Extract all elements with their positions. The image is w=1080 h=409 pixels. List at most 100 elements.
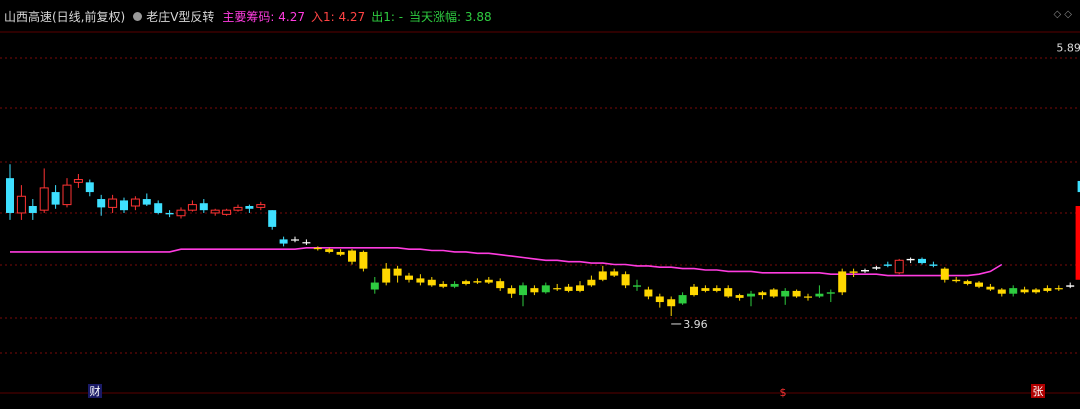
corner-diamond-icons[interactable]: ◇ ◇ — [1053, 9, 1072, 20]
candle — [336, 251, 345, 255]
candle — [815, 293, 824, 297]
candle — [268, 210, 277, 227]
candle — [165, 212, 174, 215]
candle — [416, 278, 425, 283]
candle — [130, 198, 140, 207]
candle — [929, 264, 938, 266]
candle — [667, 299, 676, 307]
candle — [222, 209, 232, 215]
candle — [621, 274, 630, 286]
candle — [541, 285, 550, 293]
candle — [462, 281, 470, 284]
candle — [1043, 288, 1052, 291]
candle — [108, 198, 118, 208]
candle — [39, 187, 49, 211]
candle — [507, 288, 516, 294]
candle — [313, 247, 322, 250]
candle — [85, 182, 94, 193]
candle — [883, 264, 892, 266]
candle — [382, 268, 391, 283]
exit-label: 出1: - — [371, 9, 404, 24]
candle — [690, 286, 698, 296]
candle — [747, 293, 755, 297]
candle — [405, 275, 413, 280]
candle — [279, 239, 288, 244]
candle — [359, 251, 368, 269]
candle — [838, 271, 847, 293]
zhang-marker: 张 — [1033, 385, 1044, 398]
candle — [16, 195, 26, 214]
candle — [952, 279, 961, 282]
candle — [1020, 289, 1029, 293]
cost-label: 主要筹码: 4.27 — [222, 9, 305, 24]
candle — [28, 206, 37, 213]
candle — [906, 258, 915, 261]
candle — [769, 289, 778, 297]
candle — [655, 296, 664, 303]
candle — [849, 271, 858, 273]
chart-header: 山西高速(日线,前复权) 老庄V型反转 主要筹码: 4.27 入1: 4.27 … — [0, 0, 1080, 32]
signal-bar — [1075, 206, 1080, 280]
low-price-label: 3.96 — [683, 318, 708, 331]
candle — [701, 288, 710, 291]
candle — [997, 289, 1006, 294]
candle — [804, 296, 812, 298]
candle — [712, 288, 721, 291]
candle — [644, 289, 653, 297]
candle — [553, 288, 562, 290]
candle — [51, 192, 60, 205]
candle — [450, 283, 459, 287]
candle — [724, 288, 733, 297]
candle — [519, 285, 527, 296]
candle — [370, 282, 379, 290]
candle — [6, 178, 14, 213]
candle — [154, 203, 163, 213]
candle — [975, 282, 983, 287]
candle — [97, 199, 106, 208]
candle — [233, 206, 243, 211]
dollar-marker: $ — [780, 386, 787, 399]
candle — [187, 204, 197, 211]
candle — [530, 288, 539, 293]
candle — [245, 206, 254, 209]
candle — [963, 281, 972, 284]
candle — [872, 267, 881, 269]
candle — [587, 279, 596, 286]
candle — [256, 204, 266, 208]
candle — [302, 242, 311, 244]
candle — [199, 203, 208, 211]
cai-marker: 财 — [90, 384, 101, 398]
indicator-name[interactable]: 老庄V型反转 — [146, 8, 214, 25]
candle — [735, 295, 744, 298]
candle — [176, 209, 186, 217]
candle — [1066, 285, 1075, 287]
candle — [610, 271, 619, 276]
candle — [484, 279, 493, 283]
candle — [73, 179, 83, 183]
candle — [142, 199, 151, 205]
candle — [918, 258, 926, 264]
candle — [678, 295, 687, 304]
high-price-label: 5.89 — [1056, 41, 1080, 54]
candle — [439, 283, 448, 287]
candle — [62, 184, 72, 206]
stock-title[interactable]: 山西高速(日线,前复权) — [4, 8, 125, 25]
candle — [564, 286, 573, 291]
candle — [894, 259, 904, 274]
candle — [792, 290, 801, 297]
kline-chart: 5.893.96↖V字出现1↖V字出现2↖V字出现3财$张 — [0, 31, 1080, 399]
candle — [826, 292, 835, 294]
candle — [633, 285, 641, 287]
indicator-dot-icon[interactable] — [133, 11, 143, 21]
candle — [781, 290, 790, 297]
candle — [576, 285, 584, 291]
candle — [348, 250, 356, 262]
candle — [1009, 288, 1018, 294]
candle — [1032, 289, 1040, 293]
gain-label: 当天涨幅: 3.88 — [409, 9, 492, 24]
candle — [393, 268, 402, 276]
candle — [940, 268, 949, 280]
candle — [496, 281, 505, 289]
candle — [291, 239, 299, 241]
candle — [758, 292, 767, 296]
